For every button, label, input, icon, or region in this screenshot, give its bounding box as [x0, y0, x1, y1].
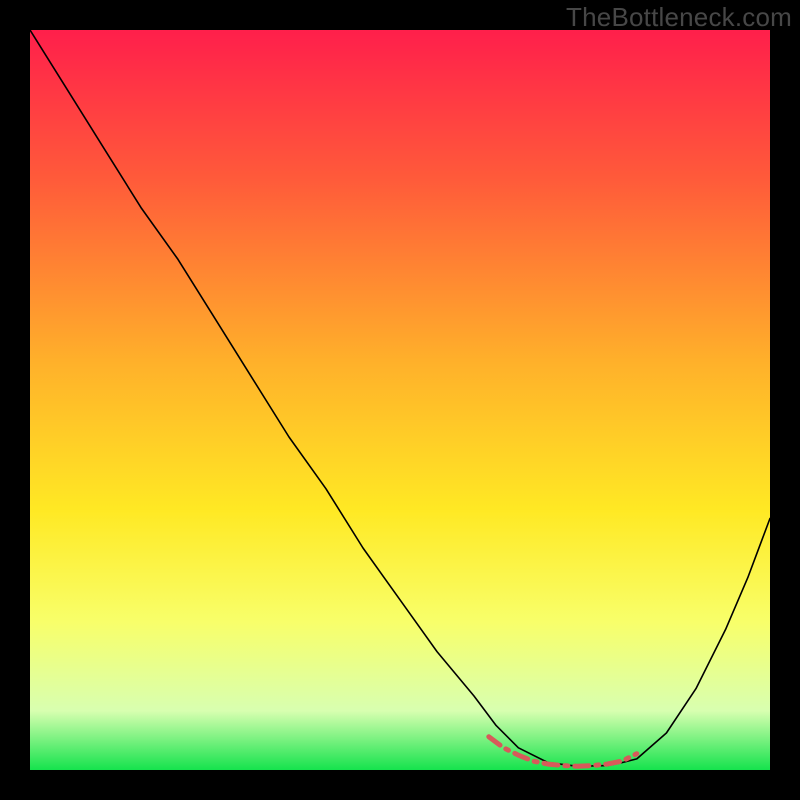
plot-area	[30, 30, 770, 770]
gradient-background	[30, 30, 770, 770]
chart-frame: TheBottleneck.com	[0, 0, 800, 800]
watermark-text: TheBottleneck.com	[566, 2, 792, 33]
chart-svg	[30, 30, 770, 770]
